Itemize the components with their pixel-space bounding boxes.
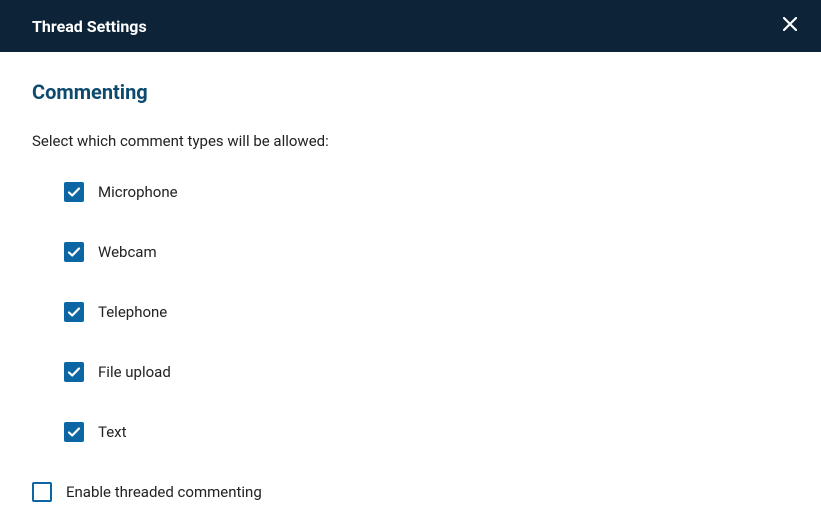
option-threaded-commenting: Enable threaded commenting [32,482,789,502]
check-icon [67,185,81,199]
check-icon [67,245,81,259]
check-icon [67,425,81,439]
option-text: Text [64,422,789,442]
option-label: Enable threaded commenting [66,483,262,501]
checkbox-file-upload[interactable] [64,362,84,382]
option-webcam: Webcam [64,242,789,262]
checkbox-threaded-commenting[interactable] [32,482,52,502]
modal-header: Thread Settings [0,0,821,52]
option-label: Webcam [98,243,157,261]
option-label: Telephone [98,303,167,321]
option-microphone: Microphone [64,182,789,202]
modal-title: Thread Settings [32,17,147,36]
checkbox-microphone[interactable] [64,182,84,202]
checkbox-webcam[interactable] [64,242,84,262]
checkbox-text[interactable] [64,422,84,442]
section-description: Select which comment types will be allow… [32,132,789,150]
close-icon[interactable] [779,13,801,39]
section-heading: Commenting [32,80,789,104]
option-file-upload: File upload [64,362,789,382]
check-icon [67,365,81,379]
option-label: Microphone [98,183,178,201]
checkbox-telephone[interactable] [64,302,84,322]
option-label: Text [98,423,127,441]
check-icon [67,305,81,319]
comment-type-list: Microphone Webcam Telephone File upload [32,182,789,442]
option-telephone: Telephone [64,302,789,322]
modal-body: Commenting Select which comment types wi… [0,52,821,530]
option-label: File upload [98,363,171,381]
